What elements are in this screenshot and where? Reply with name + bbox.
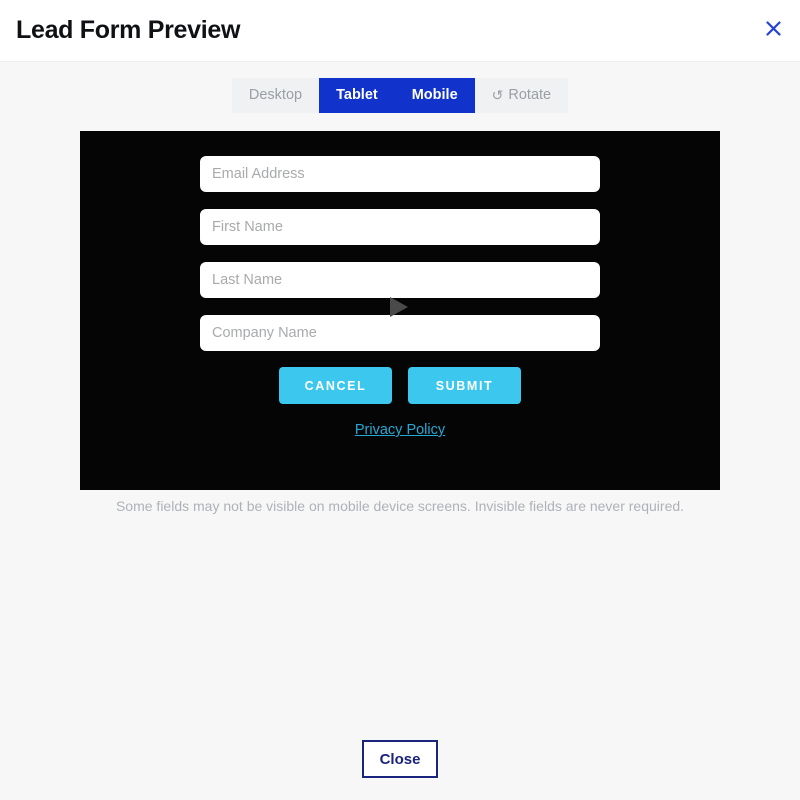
preview-footnote: Some fields may not be visible on mobile… <box>115 498 685 514</box>
form-actions: CANCEL SUBMIT <box>80 367 720 404</box>
form-preview-stage: CANCEL SUBMIT Privacy Policy <box>80 131 720 490</box>
rotate-button[interactable]: ↺ Rotate <box>474 77 569 113</box>
device-option-desktop[interactable]: Desktop <box>231 77 320 113</box>
cancel-button[interactable]: CANCEL <box>279 367 392 404</box>
company-name-field[interactable] <box>200 315 600 351</box>
device-option-tablet[interactable]: Tablet <box>319 77 395 113</box>
modal-footer: Close <box>0 740 800 778</box>
first-name-field[interactable] <box>200 209 600 245</box>
device-toolbar: Desktop Tablet Mobile ↺ Rotate <box>0 63 800 127</box>
last-name-field[interactable] <box>200 262 600 298</box>
close-button[interactable]: Close <box>361 740 439 778</box>
device-option-mobile[interactable]: Mobile <box>394 77 475 113</box>
close-icon[interactable] <box>760 15 786 41</box>
privacy-policy-link[interactable]: Privacy Policy <box>355 422 445 438</box>
rotate-ccw-icon: ↺ <box>491 87 504 103</box>
privacy-policy-wrapper: Privacy Policy <box>80 421 720 439</box>
device-segmented-control: Desktop Tablet Mobile ↺ Rotate <box>231 77 569 113</box>
page-title: Lead Form Preview <box>16 16 241 44</box>
rotate-label: Rotate <box>508 87 552 103</box>
email-field[interactable] <box>200 156 600 192</box>
modal-header: Lead Form Preview <box>0 0 800 62</box>
submit-button[interactable]: SUBMIT <box>408 367 521 404</box>
cursor-pointer-icon <box>390 297 408 317</box>
